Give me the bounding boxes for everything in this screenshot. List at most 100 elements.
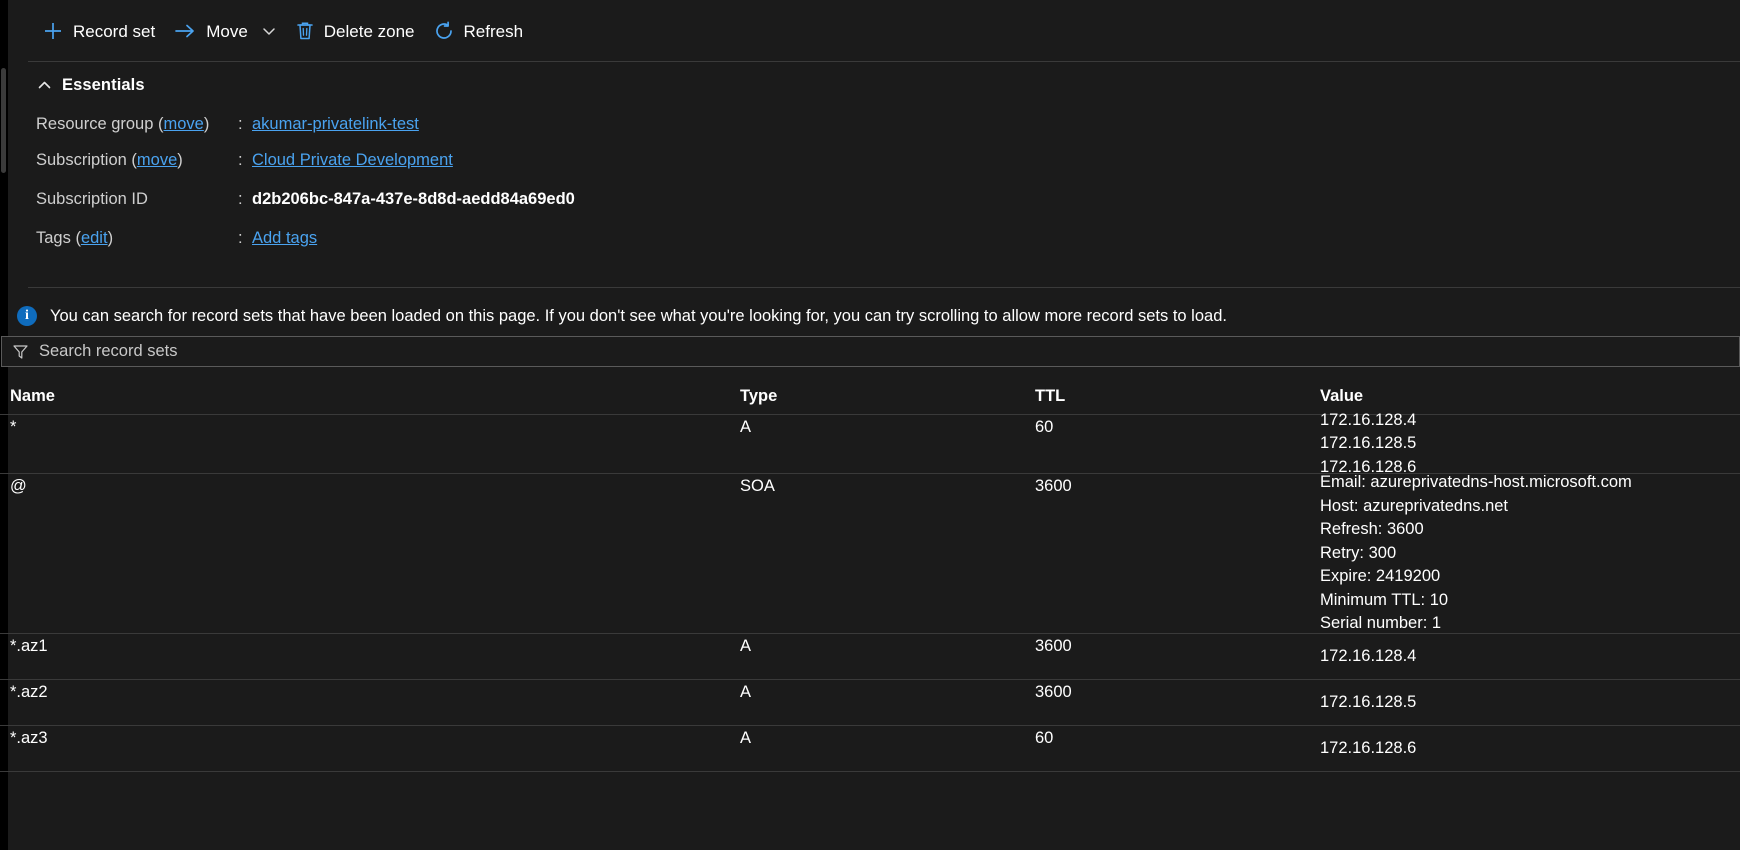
move-button[interactable]: Move [167,11,289,51]
info-banner: i You can search for record sets that ha… [8,297,1740,335]
cell-value: 172.16.128.4 172.16.128.5 172.16.128.6 [1320,411,1740,476]
cell-ttl: 3600 [1035,680,1320,704]
search-input[interactable] [39,337,1739,366]
table-row[interactable]: *.az2 A 3600 172.16.128.5 [0,679,1740,725]
table-row[interactable]: @ SOA 3600 Email: azureprivatedns-host.m… [0,473,1740,633]
resource-group-label-text: Resource group [36,115,154,133]
subscription-label: Subscription (move) [36,142,238,178]
record-name: * [10,418,17,436]
record-value-line: Retry: 300 [1320,543,1397,562]
tags-paren-open: ( [70,229,81,247]
add-record-set-label: Record set [73,21,156,41]
cell-name: @ [0,474,740,498]
record-value-line: 172.16.128.6 [1320,738,1417,757]
table-row[interactable]: * A 60 172.16.128.4 172.16.128.5 172.16.… [0,411,1740,476]
delete-zone-button[interactable]: Delete zone [289,11,427,51]
add-tags-link[interactable]: Add tags [252,229,317,247]
table-bottom-divider [0,771,1740,772]
resource-group-label: Resource group (move) [36,106,238,142]
subscription-id-colon: : [238,190,243,208]
cell-ttl: 3600 [1035,474,1320,498]
cell-type: A [740,680,1035,704]
tags-colon: : [238,229,243,247]
subscription-id-value: d2b206bc-847a-437e-8d8d-aedd84a69ed0 [252,190,575,208]
column-header-ttl[interactable]: TTL [1035,387,1320,406]
essentials-row-tags: Tags (edit) : Add tags [36,220,796,256]
essentials-title: Essentials [62,76,145,94]
record-value-line: Expire: 2419200 [1320,567,1441,586]
resource-group-paren-close: ) [203,115,210,133]
resource-group-value: akumar-privatelink-test [252,106,419,142]
essentials-row-subscription-id: Subscription ID : d2b206bc-847a-437e-8d8… [36,178,796,220]
trash-icon [295,20,315,42]
essentials-toggle[interactable]: Essentials [36,76,145,95]
record-type: A [740,418,752,436]
subscription-label-text: Subscription [36,151,127,169]
table-row[interactable]: *.az1 A 3600 172.16.128.4 [0,633,1740,679]
cell-type: A [740,634,1035,658]
cell-value: 172.16.128.4 [1320,634,1740,679]
record-ttl: 60 [1035,729,1054,747]
record-name: @ [10,477,27,495]
tags-value: Add tags [252,220,317,256]
chevron-up-icon [36,77,53,94]
record-ttl: 3600 [1035,683,1072,701]
record-value-line: 172.16.128.4 [1320,646,1417,665]
plus-icon [42,20,64,42]
command-bar: Record set Move Delete zone Refresh [8,0,1740,62]
record-value-line: 172.16.128.4 [1320,410,1417,429]
info-icon: i [17,306,37,326]
cell-ttl: 60 [1035,415,1320,439]
subscription-link[interactable]: Cloud Private Development [252,151,453,169]
essentials-row-resource-group: Resource group (move) : akumar-privateli… [36,106,796,142]
column-header-type[interactable]: Type [740,387,1035,406]
search-record-sets-container[interactable] [1,336,1740,367]
chevron-down-icon[interactable] [257,23,277,39]
record-value-line: Email: azureprivatedns-host.microsoft.co… [1320,473,1632,492]
refresh-label: Refresh [463,21,524,41]
essentials-row-subscription: Subscription (move) : Cloud Private Deve… [36,142,796,178]
cell-name: * [0,415,740,439]
cell-name: *.az1 [0,634,740,658]
arrow-right-icon [173,20,197,42]
subscription-paren-close: ) [177,151,183,169]
record-value-line: 172.16.128.5 [1320,434,1417,453]
cell-value: 172.16.128.5 [1320,680,1740,725]
record-ttl: 3600 [1035,637,1072,655]
filter-icon [12,343,29,360]
column-header-value[interactable]: Value [1320,387,1740,406]
refresh-button[interactable]: Refresh [427,11,536,51]
toolbar-divider [28,61,1740,62]
essentials-grid: Resource group (move) : akumar-privateli… [36,106,796,256]
record-ttl: 3600 [1035,477,1072,495]
record-sets-table: Name Type TTL Value * A 60 172.16.128.4 … [0,378,1740,850]
record-type: A [740,637,752,655]
move-label: Move [206,21,248,41]
subscription-value: Cloud Private Development [252,142,453,178]
record-name: *.az2 [10,683,48,701]
cell-ttl: 3600 [1035,634,1320,658]
cell-name: *.az3 [0,726,740,750]
tags-label: Tags (edit) [36,220,238,256]
record-name: *.az1 [10,637,48,655]
tags-edit-link[interactable]: edit [81,229,108,247]
column-header-name[interactable]: Name [0,387,740,406]
cell-ttl: 60 [1035,726,1320,750]
left-scrollbar-thumb[interactable] [1,68,6,173]
resource-group-move-link[interactable]: move [164,115,204,133]
cell-name: *.az2 [0,680,740,704]
record-value-line: Host: azureprivatedns.net [1320,496,1509,515]
tags-paren-close: ) [107,229,114,247]
record-type: A [740,683,752,701]
add-record-set-button[interactable]: Record set [36,11,167,51]
table-row[interactable]: *.az3 A 60 172.16.128.6 [0,725,1740,771]
cell-value: 172.16.128.6 [1320,726,1740,771]
cell-type: A [740,415,1035,439]
tags-label-text: Tags [36,229,71,247]
record-value-line: 172.16.128.5 [1320,692,1417,711]
cell-value: Email: azureprivatedns-host.microsoft.co… [1320,473,1740,633]
resource-group-link[interactable]: akumar-privatelink-test [252,115,419,133]
info-banner-text: You can search for record sets that have… [50,306,1227,325]
subscription-move-link[interactable]: move [137,151,177,169]
delete-zone-label: Delete zone [323,21,415,41]
